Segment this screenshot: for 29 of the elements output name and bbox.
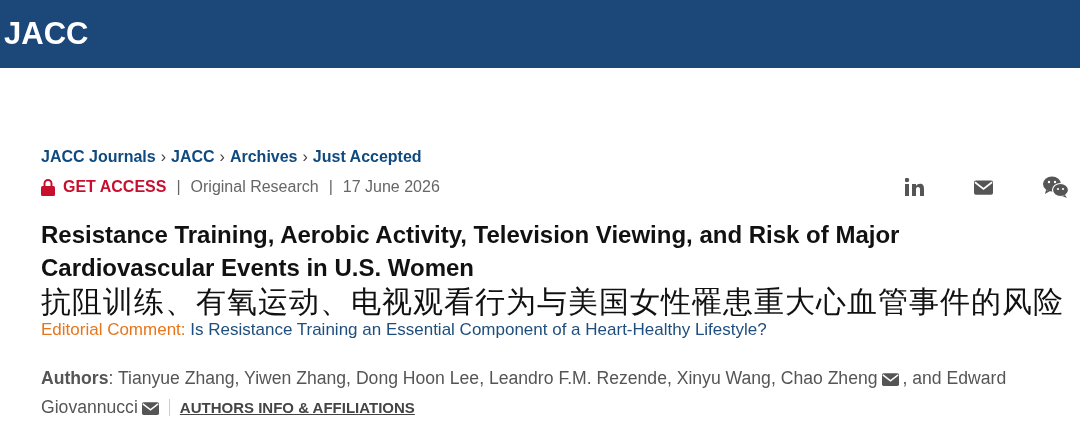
translated-title: 抗阻训练、有氧运动、电视观看行为与美国女性罹患重大心血管事件的风险 <box>41 284 1065 320</box>
article-type: Original Research <box>190 178 319 196</box>
meta-separator: | <box>176 178 181 196</box>
breadcrumb-link[interactable]: Just Accepted <box>312 148 422 166</box>
site-logo[interactable]: JACC <box>4 16 89 52</box>
email-icon[interactable] <box>881 372 899 386</box>
authors-label: Authors <box>41 368 109 388</box>
editorial-label: Editorial Comment: <box>41 320 186 339</box>
linkedin-icon[interactable] <box>905 178 924 196</box>
breadcrumb-link[interactable]: Archives <box>229 148 298 166</box>
author-names: , and Edward <box>902 368 1007 388</box>
authors-colon: : <box>108 368 114 388</box>
breadcrumb-link[interactable]: JACC <box>171 148 215 166</box>
publication-date: 17 June 2026 <box>342 178 440 196</box>
breadcrumb-separator: › <box>219 148 225 166</box>
email-icon[interactable] <box>141 401 159 415</box>
breadcrumb-separator: › <box>160 148 167 166</box>
email-icon[interactable] <box>974 179 993 195</box>
editorial-link[interactable]: Is Resistance Training an Essential Component of a Heart-Healthy Lifestyle? <box>190 320 767 339</box>
author-names: Giovannucci <box>41 397 138 417</box>
breadcrumb-link[interactable]: JACC Journals <box>41 148 156 166</box>
get-access-link[interactable]: GET ACCESS <box>41 178 167 196</box>
article-title: Resistance Training, Aerobic Activity, Television Viewing, and Risk of Major Cardiovascular Events in U.S. Women <box>41 220 901 283</box>
lock-icon <box>41 178 55 196</box>
author-names: Tianyue Zhang, Yiwen Zhang, Dong Hoon Lee, Leandro F.M. Rezende, Xinyu Wang, Chao Zheng <box>117 368 878 388</box>
meta-separator: | <box>328 178 333 196</box>
authors-info-link[interactable]: AUTHORS INFO & AFFILIATIONS <box>168 399 415 416</box>
wechat-icon[interactable] <box>1043 176 1069 198</box>
breadcrumb-separator: › <box>302 148 308 166</box>
